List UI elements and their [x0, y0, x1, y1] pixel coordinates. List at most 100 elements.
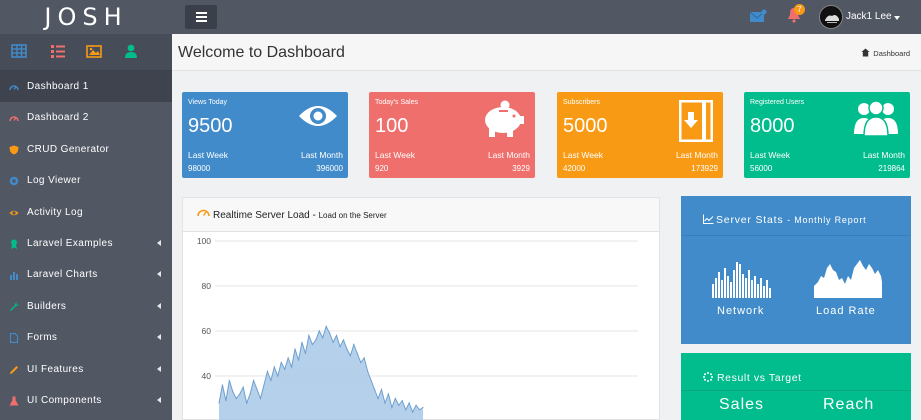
series-point	[325, 325, 327, 328]
series-point	[363, 357, 365, 359]
stat-card-title: Subscribers	[563, 99, 600, 106]
user-avatar[interactable]	[819, 5, 843, 29]
y-tick-label: 100	[197, 236, 211, 246]
series-point	[280, 361, 282, 364]
sidebar-item-ui-components[interactable]: UI Components	[0, 385, 172, 416]
last-week-label: Last Week	[188, 150, 229, 160]
series-point	[270, 379, 272, 382]
table-icon[interactable]	[11, 43, 27, 59]
mail-icon[interactable]	[749, 9, 767, 23]
sidebar-item-label: Laravel Charts	[27, 269, 98, 281]
server-stats-header: Server Stats - Monthly Report	[681, 196, 911, 236]
sidebar-item-label: Dashboard 2	[27, 112, 89, 124]
sidebar-item-crud-generator[interactable]: CRUD Generator	[0, 134, 172, 165]
sidebar-item-activity-log[interactable]: Activity Log	[0, 197, 172, 228]
stat-card-title: Today's Sales	[375, 99, 418, 106]
chevron-left-icon	[157, 302, 161, 309]
sidebar-item-label: Dashboard 1	[27, 81, 89, 92]
sidebar-toolbar	[0, 34, 172, 71]
last-week-value: 42000	[563, 164, 586, 173]
series-point	[346, 348, 348, 350]
realtime-title-text: Realtime Server Load	[213, 210, 310, 221]
series-point	[335, 334, 338, 337]
dashboard-icon	[197, 209, 210, 217]
last-week-value: 98000	[188, 164, 211, 173]
stat-card-value: 8000	[750, 115, 795, 137]
stat-card-today-s-sales[interactable]: Today's Sales 100 Last Week Last Month 920 39…	[369, 92, 535, 178]
sidebar-item-forms[interactable]: Forms	[0, 322, 172, 353]
series-point	[370, 379, 372, 382]
series-point	[339, 346, 341, 348]
sidebar-item-label: Builders	[27, 300, 67, 312]
series-point	[318, 330, 320, 332]
image-icon[interactable]	[86, 43, 102, 59]
series-point	[249, 393, 251, 395]
series-point	[242, 386, 244, 388]
sidebar-item-dashboard-2[interactable]: Dashboard 2	[0, 102, 172, 133]
series-point	[356, 352, 358, 355]
stat-card-registered-users[interactable]: Registered Users 8000 Last Week Last Month 5…	[744, 92, 910, 178]
app-logo[interactable]: JOSH	[0, 0, 172, 34]
series-point	[349, 355, 351, 357]
user-icon[interactable]	[123, 43, 139, 59]
series-point	[380, 388, 383, 391]
stat-card-value: 100	[375, 115, 409, 137]
notification-badge: 7	[794, 4, 805, 15]
chevron-down-icon[interactable]	[894, 16, 900, 20]
stat-card-subscribers[interactable]: Subscribers 5000 Last Week Last Month 42000 1…	[557, 92, 723, 178]
sidebar-item-label: UI Features	[27, 363, 84, 375]
page-header: Welcome to Dashboard Dashboard	[172, 34, 921, 71]
network-sparkline	[712, 262, 771, 298]
series-point	[263, 384, 265, 386]
last-month-label: Last Month	[300, 150, 343, 160]
series-point	[252, 379, 255, 382]
piggy-bank-icon	[481, 100, 525, 143]
last-week-label: Last Week	[563, 150, 604, 160]
sidebar-item-builders[interactable]: Builders	[0, 291, 172, 322]
top-navbar: JOSH 7 Jack1 Lee	[0, 0, 921, 34]
pencil-icon	[10, 365, 18, 374]
list-icon[interactable]	[50, 43, 66, 59]
menu-icon-line	[196, 20, 207, 22]
realtime-subtitle: Load on the Server	[318, 211, 387, 220]
stat-card-views-today[interactable]: Views Today 9500 Last Week Last Month 98000 3…	[182, 92, 348, 178]
series-point	[367, 370, 369, 373]
user-name[interactable]: Jack1 Lee	[846, 11, 892, 22]
sidebar-item-dashboard-1[interactable]: Dashboard 1	[0, 71, 172, 102]
series-point	[225, 400, 227, 402]
chevron-left-icon	[157, 365, 161, 372]
sidebar-item-label: Log Viewer	[27, 175, 81, 187]
series-point	[405, 409, 407, 411]
series-point	[353, 343, 355, 346]
series-point	[408, 402, 410, 404]
load-rate-label: Load Rate	[816, 305, 876, 317]
sidebar-item-laravel-examples[interactable]: Laravel Examples	[0, 228, 172, 259]
chevron-left-icon	[157, 334, 161, 341]
sales-label: Sales	[719, 396, 765, 413]
breadcrumb-label[interactable]: Dashboard	[873, 49, 910, 58]
sidebar-toggle-button[interactable]	[185, 5, 217, 29]
sidebar-item-label: Activity Log	[27, 206, 83, 218]
sidebar-item-log-viewer[interactable]: Log Viewer	[0, 165, 172, 196]
sidebar-item-label: UI Components	[27, 395, 102, 406]
server-stats-title-text: Server Stats	[716, 214, 784, 226]
spinner-icon	[703, 372, 713, 382]
realtime-panel-header: Realtime Server Load - Load on the Serve…	[183, 198, 659, 232]
dashboard-icon	[9, 116, 19, 122]
chevron-left-icon	[157, 397, 161, 403]
breadcrumb[interactable]: Dashboard	[861, 48, 910, 58]
last-month-value: 396000	[316, 164, 343, 173]
wrench-icon	[10, 302, 19, 311]
chevron-left-icon	[157, 271, 161, 278]
series-point	[384, 402, 386, 404]
flask-icon	[9, 396, 19, 406]
series-point	[294, 348, 296, 350]
realtime-panel: Realtime Server Load - Load on the Serve…	[182, 197, 660, 420]
sidebar-item-laravel-charts[interactable]: Laravel Charts	[0, 259, 172, 290]
realtime-title: Realtime Server Load - Load on the Serve…	[213, 210, 387, 221]
sidebar-item-ui-features[interactable]: UI Features	[0, 354, 172, 385]
series-point	[246, 402, 248, 404]
server-stats-panel: Server Stats - Monthly Report Network Lo…	[681, 196, 911, 344]
series-point	[329, 332, 331, 334]
home-icon	[861, 48, 870, 57]
